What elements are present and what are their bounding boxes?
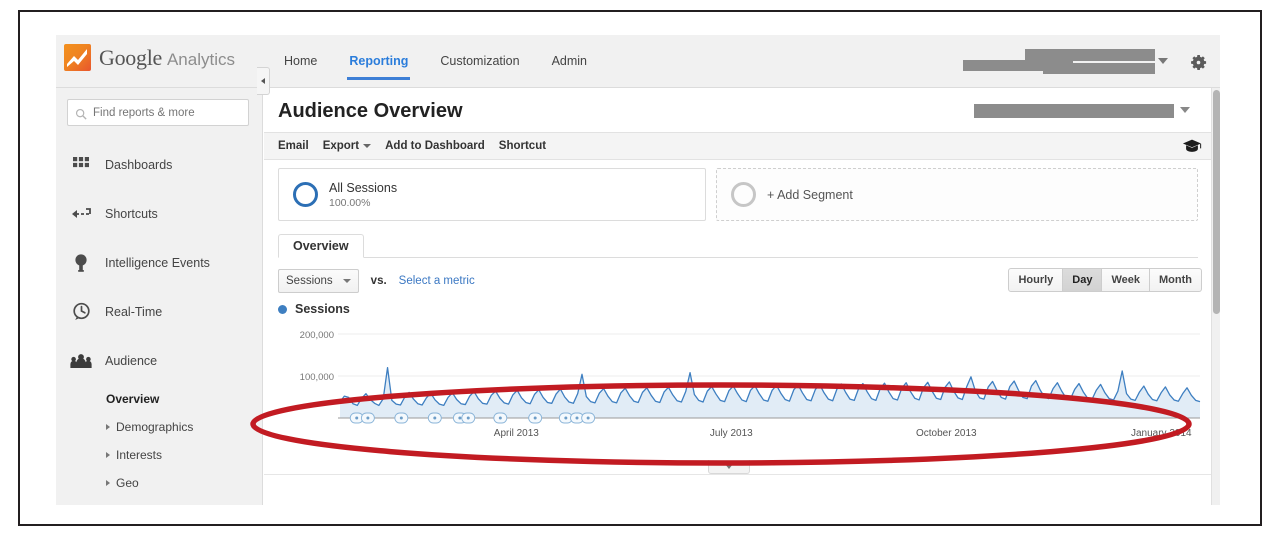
svg-text:October 2013: October 2013 <box>916 428 977 439</box>
date-range-selector[interactable] <box>974 100 1190 124</box>
segment-all-sessions[interactable]: All Sessions 100.00% <box>278 168 706 221</box>
sidebar-item-label: Shortcuts <box>105 207 158 221</box>
report-tab-strip: Overview <box>278 234 1198 258</box>
clock-icon <box>70 301 92 323</box>
vs-label: vs. <box>371 275 387 287</box>
sessions-line-chart[interactable]: 100,000 200,000 April 2013 July 2013 October… <box>264 320 1212 460</box>
granularity-button-group: Hourly Day Week Month <box>1008 268 1202 292</box>
chevron-right-icon <box>106 480 110 486</box>
brand-google-text: Google <box>99 45 162 71</box>
sidebar-item-intelligence-events[interactable]: Intelligence Events <box>56 238 263 287</box>
chevron-right-icon <box>106 424 110 430</box>
screenshot-frame: Google Analytics Home Reporting Customiz… <box>18 10 1262 526</box>
granularity-day[interactable]: Day <box>1063 268 1102 292</box>
google-analytics-logo-icon <box>64 44 91 71</box>
segment-percent: 100.00% <box>329 197 397 209</box>
top-navigation: Home Reporting Customization Admin <box>268 35 603 88</box>
sidebar-subitem-interests[interactable]: Interests <box>56 441 263 469</box>
topnav-item-reporting[interactable]: Reporting <box>333 35 424 88</box>
chevron-down-icon[interactable] <box>1158 58 1168 64</box>
topnav-item-admin[interactable]: Admin <box>536 35 603 88</box>
email-button[interactable]: Email <box>278 140 309 152</box>
people-icon <box>70 350 92 372</box>
account-property-selector[interactable] <box>963 44 1168 80</box>
chevron-down-icon <box>343 279 351 283</box>
google-analytics-app: Google Analytics Home Reporting Customiz… <box>56 35 1220 505</box>
sidebar-subitem-demographics[interactable]: Demographics <box>56 413 263 441</box>
section-divider <box>264 474 1212 475</box>
sidebar-item-audience[interactable]: Audience <box>56 336 263 385</box>
brand-wordmark: Google Analytics <box>99 45 235 71</box>
sidebar-subitem-geo[interactable]: Geo <box>56 469 263 497</box>
topnav-item-customization[interactable]: Customization <box>424 35 535 88</box>
segment-ring-icon <box>293 182 318 207</box>
chevron-right-icon <box>106 452 110 458</box>
sidebar-item-label: Audience <box>105 354 157 368</box>
brand-analytics-text: Analytics <box>167 50 235 70</box>
redacted-property-name <box>1025 49 1155 61</box>
brand-logo[interactable]: Google Analytics <box>64 44 235 71</box>
sidebar-item-label: Intelligence Events <box>105 256 210 270</box>
redacted-date-range <box>974 104 1174 118</box>
gear-icon[interactable] <box>1189 53 1208 72</box>
arrow-left-icon <box>70 203 92 225</box>
svg-text:April 2013: April 2013 <box>494 428 539 439</box>
sidebar-item-dashboards[interactable]: Dashboards <box>56 140 263 189</box>
export-label: Export <box>323 140 359 152</box>
sidebar-subitem-label: Overview <box>106 392 159 406</box>
sidebar-item-label: Dashboards <box>105 158 172 172</box>
sidebar-item-label: Real-Time <box>105 305 162 319</box>
sidebar-item-real-time[interactable]: Real-Time <box>56 287 263 336</box>
granularity-week[interactable]: Week <box>1102 268 1150 292</box>
sidebar: Dashboards Shortcuts <box>56 88 263 505</box>
chevron-down-icon <box>725 464 733 469</box>
search-box[interactable] <box>67 99 249 126</box>
sidebar-nav-list: Dashboards Shortcuts <box>56 140 263 497</box>
svg-text:100,000: 100,000 <box>300 372 334 383</box>
search-icon <box>75 107 87 119</box>
chevron-down-icon[interactable] <box>1180 107 1190 113</box>
legend-color-dot <box>278 305 287 314</box>
chart-collapse-button[interactable] <box>708 460 750 474</box>
graduation-cap-icon[interactable] <box>1182 138 1202 154</box>
lightbulb-icon <box>70 252 92 274</box>
chart-legend: Sessions <box>278 302 350 316</box>
add-segment-label: + Add Segment <box>767 188 853 202</box>
sidebar-subitem-overview[interactable]: Overview <box>56 385 263 413</box>
sidebar-collapse-button[interactable] <box>257 67 270 95</box>
segment-bar: All Sessions 100.00% + Add Segment <box>264 168 1212 226</box>
add-segment-button[interactable]: + Add Segment <box>716 168 1198 221</box>
search-input[interactable] <box>93 107 243 119</box>
segment-name: All Sessions <box>329 181 397 195</box>
chevron-left-icon <box>261 78 265 84</box>
tab-overview[interactable]: Overview <box>278 234 364 258</box>
redacted-view-name <box>1043 63 1155 74</box>
export-button[interactable]: Export <box>323 140 371 152</box>
metric-select-value: Sessions <box>286 275 333 287</box>
vertical-scrollbar[interactable] <box>1211 88 1220 505</box>
add-segment-ring-icon <box>731 182 756 207</box>
page-title: Audience Overview <box>278 100 463 123</box>
granularity-month[interactable]: Month <box>1150 268 1202 292</box>
metric-select-sessions[interactable]: Sessions <box>278 269 359 293</box>
granularity-hourly[interactable]: Hourly <box>1008 268 1063 292</box>
select-a-metric-link[interactable]: Select a metric <box>399 275 475 287</box>
svg-text:January 2014: January 2014 <box>1131 428 1192 439</box>
scrollbar-thumb[interactable] <box>1213 90 1220 314</box>
svg-text:200,000: 200,000 <box>300 330 334 341</box>
sidebar-item-shortcuts[interactable]: Shortcuts <box>56 189 263 238</box>
sidebar-subitem-label: Interests <box>116 448 162 462</box>
add-to-dashboard-button[interactable]: Add to Dashboard <box>385 140 485 152</box>
sidebar-subitem-label: Demographics <box>116 420 193 434</box>
topnav-item-home[interactable]: Home <box>268 35 333 88</box>
legend-label-sessions: Sessions <box>295 302 350 316</box>
shortcut-button[interactable]: Shortcut <box>499 140 546 152</box>
top-bar: Google Analytics Home Reporting Customiz… <box>56 35 1220 88</box>
sidebar-subitem-label: Geo <box>116 476 139 490</box>
report-action-bar: Email Export Add to Dashboard Shortcut <box>264 132 1212 160</box>
grid-icon <box>70 154 92 176</box>
chevron-down-icon <box>363 144 371 148</box>
svg-text:July 2013: July 2013 <box>710 428 753 439</box>
main-content: Audience Overview Email Export Add to Da… <box>264 88 1212 505</box>
